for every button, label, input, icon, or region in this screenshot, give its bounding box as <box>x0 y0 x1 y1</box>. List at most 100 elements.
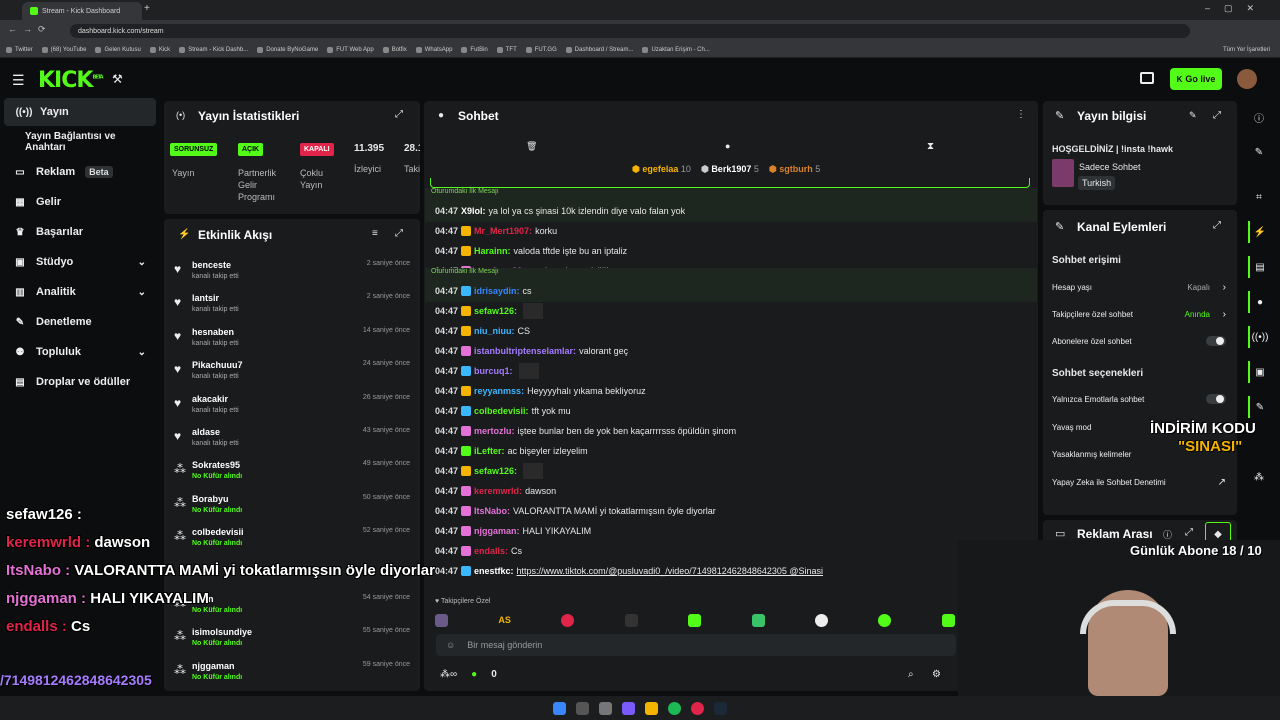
account-age-row[interactable]: Hesap yaşı Kapalı › <box>1052 275 1230 299</box>
points-icon[interactable]: ⁂∞ <box>440 669 457 680</box>
activity-item[interactable]: ⁂ Sokrates95 No Küfür alındı 49 saniye önce <box>170 458 414 491</box>
broadcast-icon[interactable]: ((•)) <box>1248 326 1270 348</box>
emote-icon[interactable] <box>751 613 765 627</box>
chrome-icon[interactable] <box>691 701 704 715</box>
sidebar-item-stream-key[interactable]: Yayın Bağlantısı ve Anahtarı <box>0 128 158 156</box>
message-username[interactable]: Mr_Mert1907: <box>474 226 532 236</box>
chat-message[interactable]: 04:47 keremwrld: dawson <box>435 481 1035 501</box>
message-username[interactable]: colbedevisii: <box>474 406 529 416</box>
message-username[interactable]: njggaman: <box>474 526 520 536</box>
chat-icon[interactable]: ● <box>725 141 730 151</box>
expand-icon[interactable]: ⤢ <box>395 228 403 239</box>
chat-message[interactable]: 04:47 niu_niuu: CS <box>435 321 1035 341</box>
bookmark-item[interactable]: Botfix <box>382 46 407 53</box>
activity-item[interactable]: ♥ aldase kanalı takip etti 43 saniye önce <box>170 425 414 458</box>
chat-icon[interactable]: ● <box>1248 291 1270 313</box>
sidebar-item-denetleme[interactable]: ✎ Denetleme <box>0 308 158 336</box>
document-icon[interactable]: ▤ <box>1248 256 1270 278</box>
bookmark-item[interactable]: WhatsApp <box>415 46 452 53</box>
chat-message[interactable]: 04:47 mertozlu: iştee bunlar ben de yok be… <box>435 421 1035 441</box>
activity-item[interactable]: ♥ lantsir kanalı takip etti 2 saniye önce <box>170 291 414 324</box>
go-live-button[interactable]: K Go live <box>1170 68 1222 90</box>
settings-icon[interactable]: ⚙ <box>932 669 941 680</box>
chat-message[interactable]: 04:47 sefaw126: <box>435 461 1035 481</box>
windows-start-icon[interactable] <box>553 701 566 715</box>
chat-message[interactable]: 04:47 iLefter: ac bişeyler izleyelim <box>435 441 1035 461</box>
message-username[interactable]: X9lol: <box>461 206 486 216</box>
info-icon[interactable]: ⓘ <box>1248 106 1270 128</box>
bookmark-item[interactable]: Dashboard / Stream... <box>565 46 633 53</box>
bookmark-item[interactable]: Kick <box>149 46 170 53</box>
steam-icon[interactable] <box>714 701 727 715</box>
chevron-down-icon[interactable]: ⌄ <box>138 257 146 268</box>
expand-icon[interactable]: ⤢ <box>1185 527 1193 538</box>
message-username[interactable]: burcuq1: <box>474 366 513 376</box>
bookmark-item[interactable]: Gelen Kutusu <box>95 46 141 53</box>
message-username[interactable]: mertozlu: <box>474 426 515 436</box>
new-tab-icon[interactable]: + <box>144 3 150 14</box>
message-username[interactable]: sefaw126: <box>474 306 517 316</box>
activity-item[interactable]: ♥ Pikachuuu7 kanalı takip etti 24 saniye ön… <box>170 358 414 391</box>
message-username[interactable]: ItsNabo: <box>474 506 510 516</box>
bookmark-item[interactable]: Donate ByNoGame <box>257 46 318 53</box>
message-username[interactable]: niu_niuu: <box>474 326 515 336</box>
message-username[interactable]: iLefter: <box>474 446 505 456</box>
chat-input[interactable]: ☺ Bir mesaj gönderin <box>436 634 956 656</box>
pencil-icon[interactable]: ✎ <box>1248 141 1270 163</box>
message-username[interactable]: reyyanmss: <box>474 386 524 396</box>
activity-item[interactable]: ♥ hesnaben kanalı takip etti 14 saniye önce <box>170 325 414 358</box>
bookmark-item[interactable]: (68) YouTube <box>41 46 86 53</box>
url-input[interactable]: dashboard.kick.com/stream <box>70 24 1190 38</box>
followers-only-row[interactable]: Takipçilere özel sohbet Anında › <box>1052 302 1230 326</box>
message-username[interactable]: istanbultriptenselamlar: <box>474 346 576 356</box>
search-icon[interactable]: ⌕ <box>908 669 914 680</box>
chat-message[interactable]: 04:47 colbedevisii: tft yok mu <box>435 401 1035 421</box>
emote-icon[interactable] <box>624 613 638 627</box>
sidebar-item-studyo[interactable]: ▣ Stüdyo ⌄ <box>0 248 158 276</box>
trash-icon[interactable]: 🗑 <box>526 141 537 152</box>
chat-message[interactable]: 04:47 burcuq1: <box>435 361 1035 381</box>
gifter-1[interactable]: ⬢ egefelaa 10 <box>632 164 691 175</box>
nav-buttons[interactable]: ←→⟳ <box>8 24 52 35</box>
message-username[interactable]: enestfkc: <box>474 566 514 576</box>
chat-message[interactable]: 04:47 endalls: Cs <box>435 541 1035 561</box>
message-username[interactable]: sefaw126: <box>474 466 517 476</box>
chat-message[interactable]: 04:47 idrisaydin: cs <box>435 281 1035 301</box>
wrench-icon[interactable]: ✎ <box>1248 396 1270 418</box>
all-bookmarks-link[interactable]: Tüm Yer İşaretleri <box>1223 47 1270 53</box>
edit-icon[interactable]: ✎ <box>1189 110 1197 121</box>
search-icon[interactable] <box>576 701 589 715</box>
emote-icon[interactable] <box>688 613 702 627</box>
emote-icon[interactable] <box>878 613 892 627</box>
bookmark-item[interactable]: Twitter <box>6 46 33 53</box>
avatar[interactable] <box>1237 69 1257 89</box>
more-options-icon[interactable]: ⋮ <box>1016 109 1026 120</box>
chat-message[interactable]: 04:47 ItsNabo: VALORANTTA MAMİ yi tokatlar… <box>435 501 1035 521</box>
chevron-down-icon[interactable]: ⌄ <box>138 287 146 298</box>
sidebar-item-reklam[interactable]: ▭ Reklam Beta <box>0 158 158 186</box>
hamburger-menu-icon[interactable]: ☰ <box>12 72 25 89</box>
activity-item[interactable]: ♥ benceste kanalı takip etti 2 saniye önce <box>170 258 414 291</box>
crop-icon[interactable]: ⌗ <box>1248 186 1270 208</box>
message-username[interactable]: Harainn: <box>474 246 511 256</box>
chat-message[interactable]: 04:47 Mr_Mert1907: korku <box>435 221 1035 241</box>
share-icon[interactable]: ⁂ <box>1248 466 1270 488</box>
activity-item[interactable]: ⁂ colbedevisii No Küfür alındı 52 saniye ön… <box>170 525 414 558</box>
emote-only-toggle[interactable] <box>1206 394 1226 404</box>
emote-icon[interactable] <box>435 613 448 627</box>
theatre-icon[interactable] <box>1140 72 1154 84</box>
sidebar-item-yayin[interactable]: ((•)) Yayın <box>4 98 156 126</box>
message-username[interactable]: endalls: <box>474 546 508 556</box>
hammer-icon[interactable]: ⚒ <box>112 72 123 86</box>
gifter-2[interactable]: ⬢ Berk1907 5 <box>701 164 759 175</box>
sidebar-item-droplar[interactable]: ▤ Droplar ve ödüller <box>0 368 158 396</box>
gifter-3[interactable]: ⬢ sgtburh 5 <box>769 164 820 175</box>
hourglass-icon[interactable]: ⧗ <box>927 141 934 152</box>
bookmark-item[interactable]: FUT Web App <box>327 46 374 53</box>
chevron-down-icon[interactable]: ⌄ <box>138 347 146 358</box>
bookmark-item[interactable]: TFT <box>496 46 517 53</box>
layers-icon[interactable]: ▣ <box>1248 361 1270 383</box>
folder-icon[interactable] <box>645 701 658 715</box>
bookmark-item[interactable]: FutBin <box>461 46 488 53</box>
subscribers-only-toggle[interactable] <box>1206 336 1226 346</box>
